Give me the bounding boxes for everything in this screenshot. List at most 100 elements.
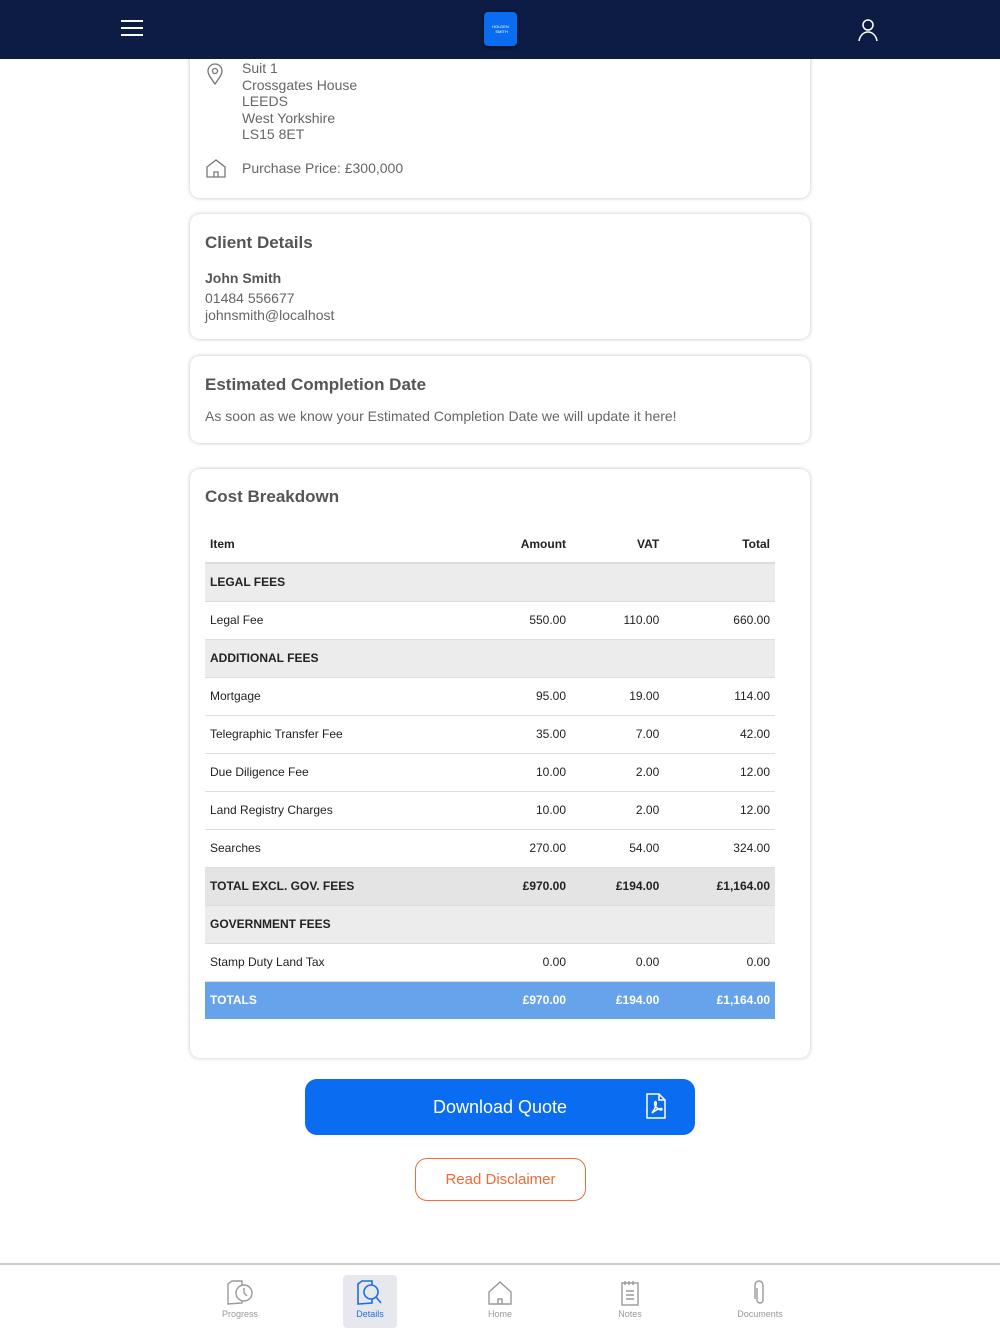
cell-total: 114.00	[664, 677, 775, 716]
cell-item: Land Registry Charges	[205, 791, 475, 830]
cell-item: Mortgage	[205, 677, 475, 716]
cell-total: £1,164.00	[664, 981, 775, 1019]
header-amount: Amount	[474, 525, 572, 564]
cell-total: 0.00	[664, 943, 775, 982]
address-line: LS15 8ET	[242, 126, 305, 143]
location-pin-icon	[207, 63, 223, 85]
cell-vat: 2.00	[571, 753, 665, 792]
cell-amount: £970.00	[474, 981, 572, 1019]
cell-item: TOTALS	[205, 981, 475, 1019]
property-address: Suit 1 Crossgates House LEEDS West Yorks…	[242, 60, 357, 143]
section-row: ADDITIONAL FEES	[205, 639, 775, 678]
table-header: Item Amount VAT Total	[205, 525, 775, 564]
cell-total	[664, 639, 775, 678]
cell-item: LEGAL FEES	[205, 563, 475, 602]
cell-item: Stamp Duty Land Tax	[205, 943, 475, 982]
cost-table: Item Amount VAT Total LEGAL FEES Legal Fe…	[205, 525, 775, 1019]
tab-notes[interactable]: Notes	[603, 1275, 657, 1328]
cell-vat: 2.00	[571, 791, 665, 830]
client-name: John Smith	[205, 270, 282, 286]
cell-vat: 7.00	[571, 715, 665, 754]
property-card: Suit 1 Crossgates House LEEDS West Yorks…	[190, 40, 810, 198]
header-vat: VAT	[571, 525, 665, 564]
cell-total: £1,164.00	[664, 867, 775, 906]
hamburger-menu-icon[interactable]	[121, 20, 143, 36]
table-row: Due Diligence Fee 10.00 2.00 12.00	[205, 753, 775, 792]
totals-row: TOTALS £970.00 £194.00 £1,164.00	[205, 981, 775, 1019]
cell-amount: 0.00	[474, 943, 572, 982]
header-item: Item	[205, 525, 475, 564]
house-icon	[206, 159, 226, 178]
cell-total	[664, 905, 775, 944]
table-row: Mortgage 95.00 19.00 114.00	[205, 677, 775, 716]
table-row: Telegraphic Transfer Fee 35.00 7.00 42.00	[205, 715, 775, 754]
paperclip-icon	[754, 1280, 764, 1304]
client-email: johnsmith@localhost	[205, 307, 335, 323]
cell-total: 12.00	[664, 753, 775, 792]
cell-vat: 54.00	[571, 829, 665, 868]
cell-total: 660.00	[664, 601, 775, 640]
address-line: LEEDS	[242, 93, 288, 110]
cell-total	[664, 563, 775, 602]
table-row: Searches 270.00 54.00 324.00	[205, 829, 775, 868]
notepad-icon	[621, 1281, 639, 1306]
purchase-price: Purchase Price: £300,000	[242, 160, 404, 176]
tab-documents[interactable]: Documents	[733, 1275, 787, 1328]
cell-vat: 110.00	[571, 601, 665, 640]
cell-amount	[474, 905, 572, 944]
section-row: LEGAL FEES	[205, 563, 775, 602]
tab-label: Notes	[618, 1309, 642, 1319]
tab-label: Progress	[221, 1309, 258, 1319]
subtotal-row: TOTAL EXCL. GOV. FEES £970.00 £194.00 £1,16…	[205, 867, 775, 906]
cell-vat	[571, 905, 665, 944]
cell-item: Searches	[205, 829, 475, 868]
cell-amount	[474, 563, 572, 602]
pdf-file-icon	[646, 1093, 666, 1119]
user-profile-icon[interactable]	[857, 18, 879, 42]
client-phone: 01484 556677	[205, 290, 295, 306]
cell-item: Legal Fee	[205, 601, 475, 640]
client-details-card: Client Details John Smith 01484 556677 j…	[190, 214, 810, 339]
tab-progress[interactable]: Progress	[213, 1275, 267, 1328]
tab-home[interactable]: Home	[473, 1275, 527, 1328]
cell-vat: £194.00	[571, 981, 665, 1019]
read-disclaimer-button[interactable]: Read Disclaimer	[415, 1158, 586, 1201]
cell-item: Telegraphic Transfer Fee	[205, 715, 475, 754]
address-line: Crossgates House	[242, 76, 358, 93]
download-quote-label: Download Quote	[432, 1097, 568, 1117]
cell-amount: £970.00	[474, 867, 572, 906]
cell-total: 42.00	[664, 715, 775, 754]
tab-label: Home	[487, 1309, 512, 1319]
cell-vat: 19.00	[571, 677, 665, 716]
cell-vat: 0.00	[571, 943, 665, 982]
details-search-icon	[357, 1280, 382, 1305]
progress-clock-icon	[227, 1280, 253, 1305]
cell-amount: 10.00	[474, 791, 572, 830]
cell-amount	[474, 639, 572, 678]
cell-vat	[571, 639, 665, 678]
cell-vat: £194.00	[571, 867, 665, 906]
cell-item: TOTAL EXCL. GOV. FEES	[205, 867, 475, 906]
cell-amount: 270.00	[474, 829, 572, 868]
completion-title: Estimated Completion Date	[205, 375, 427, 394]
cell-total: 12.00	[664, 791, 775, 830]
cell-vat	[571, 563, 665, 602]
cell-item: Due Diligence Fee	[205, 753, 475, 792]
cell-amount: 35.00	[474, 715, 572, 754]
download-quote-button[interactable]: Download Quote	[305, 1079, 695, 1135]
address-line: Suit 1	[242, 60, 278, 76]
bottom-tab-bar: Progress Details Home Notes Documents	[0, 1263, 1000, 1334]
logo: HOLDEN SMITH	[484, 12, 517, 46]
tab-details[interactable]: Details	[343, 1275, 397, 1328]
cell-amount: 95.00	[474, 677, 572, 716]
cost-breakdown-card: Cost Breakdown Item Amount VAT Total LEG…	[190, 469, 810, 1058]
tab-label: Documents	[737, 1309, 783, 1319]
home-icon	[488, 1281, 512, 1305]
cell-total: 324.00	[664, 829, 775, 868]
table-row: Stamp Duty Land Tax 0.00 0.00 0.00	[205, 943, 775, 982]
section-row: GOVERNMENT FEES	[205, 905, 775, 944]
table-row: Legal Fee 550.00 110.00 660.00	[205, 601, 775, 640]
completion-date-card: Estimated Completion Date As soon as we …	[190, 356, 810, 443]
cell-item: ADDITIONAL FEES	[205, 639, 475, 678]
cell-amount: 10.00	[474, 753, 572, 792]
